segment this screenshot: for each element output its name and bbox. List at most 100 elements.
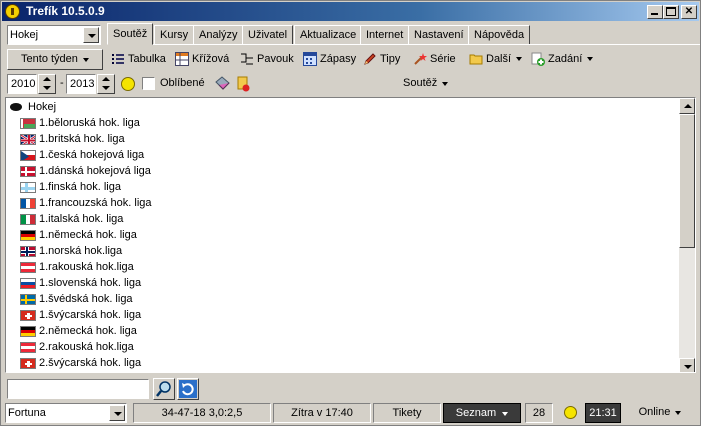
scroll-down-button[interactable] <box>679 358 695 372</box>
tree-item[interactable]: 1.britská hok. liga <box>20 131 125 147</box>
tipy-button[interactable]: Tipy <box>363 50 400 68</box>
tree-item-label: 1.běloruská hok. liga <box>39 117 140 129</box>
tree-item-label: 1.slovenská hok. liga <box>39 277 142 289</box>
tree-item[interactable]: 1.běloruská hok. liga <box>20 115 140 131</box>
minimize-button[interactable] <box>647 5 663 19</box>
tree-item-label: 1.česká hokejová liga <box>39 149 145 161</box>
tab-kursy[interactable]: Kursy <box>154 25 195 45</box>
krizova-button[interactable]: Křížová <box>175 50 229 68</box>
bookmaker-value: Fortuna <box>8 407 46 419</box>
vertical-scrollbar[interactable] <box>679 98 695 372</box>
tree-root[interactable]: Hokej <box>10 99 56 115</box>
pavouk-button[interactable]: Pavouk <box>240 50 294 68</box>
title-bar[interactable]: Trefík 10.5.0.9 ✕ <box>2 2 699 21</box>
tree-item-label: 1.italská hok. liga <box>39 213 124 225</box>
calendar-icon <box>303 52 317 66</box>
scroll-up-button[interactable] <box>679 98 695 114</box>
competition-menu[interactable]: Soutěž <box>403 77 449 89</box>
tab-label: Nastavení <box>414 29 464 41</box>
tree-item[interactable]: 1.italská hok. liga <box>20 211 123 227</box>
tree-item[interactable]: 2.rakouská hok.liga <box>20 339 134 355</box>
scroll-thumb[interactable] <box>679 114 695 248</box>
flag-ch-icon <box>20 309 36 321</box>
tabulka-label: Tabulka <box>128 53 166 65</box>
zapasy-button[interactable]: Zápasy <box>303 50 356 68</box>
tree-item[interactable]: 1.norská hok.liga <box>20 243 122 259</box>
sport-select-value: Hokej <box>10 29 39 41</box>
year-from-spinner[interactable] <box>38 74 56 94</box>
tree-item[interactable]: 2.švýcarská hok. liga <box>20 355 141 371</box>
tab-internet[interactable]: Internet <box>360 25 410 45</box>
search-icon <box>156 381 171 397</box>
tree-item[interactable]: 1.německá hok. liga <box>20 227 137 243</box>
clock-value: 21:31 <box>589 407 617 419</box>
tree-item-label: 1.německá hok. liga <box>39 229 137 241</box>
spin-down-icon <box>43 86 51 90</box>
tab-analyzy[interactable]: Analýzy <box>193 25 244 45</box>
maximize-button[interactable] <box>663 5 679 19</box>
tree-item[interactable]: 1.slovenská hok. liga <box>20 275 141 291</box>
tab-label: Kursy <box>160 29 189 41</box>
tree-item[interactable]: 1.finská hok. liga <box>20 179 121 195</box>
clear-filter-icon[interactable] <box>235 76 251 95</box>
tree-item[interactable]: 1.švýcarská hok. liga <box>20 307 141 323</box>
favorites-checkbox[interactable] <box>142 77 155 90</box>
pavouk-label: Pavouk <box>257 53 294 65</box>
search-button[interactable] <box>153 378 175 400</box>
chevron-down-icon <box>587 57 594 61</box>
window-title: Trefík 10.5.0.9 <box>26 4 105 18</box>
year-to-spinner[interactable] <box>97 74 115 94</box>
year-to-input[interactable]: 2013 <box>66 74 96 94</box>
flag-at-icon <box>20 341 36 353</box>
spin-up-icon <box>102 77 110 81</box>
online-label: Online <box>638 406 671 418</box>
tree-item[interactable]: 1.dánská hokejová liga <box>20 163 151 179</box>
serie-button[interactable]: Série <box>413 50 456 68</box>
online-menu[interactable]: Online <box>623 403 697 423</box>
flag-sk-icon <box>20 277 36 289</box>
refresh-button[interactable] <box>177 378 199 400</box>
tab-soutez[interactable]: Soutěž <box>107 23 154 45</box>
tree-item[interactable]: 1.švédská hok. liga <box>20 291 133 307</box>
tree-item[interactable]: 1.rakouská hok.liga <box>20 259 134 275</box>
status-light-icon[interactable] <box>121 77 135 91</box>
week-button[interactable]: Tento týden <box>7 49 103 70</box>
list-menu[interactable]: Seznam <box>443 403 521 423</box>
tabulka-button[interactable]: Tabulka <box>111 50 166 68</box>
dalsi-button[interactable]: Další <box>469 50 523 68</box>
year-from-input[interactable]: 2010 <box>7 74 37 94</box>
list-menu-label: Seznam <box>455 407 497 419</box>
list-icon <box>111 52 125 66</box>
tab-napoveda[interactable]: Nápověda <box>468 25 531 45</box>
pill-icon[interactable] <box>213 76 231 95</box>
tab-label: Analýzy <box>199 29 238 41</box>
tree-item[interactable]: 1.česká hokejová liga <box>20 147 144 163</box>
tab-uzivatel[interactable]: Uživatel <box>242 25 294 45</box>
tree-item[interactable]: 1.francouzská hok. liga <box>20 195 152 211</box>
tree-item[interactable]: 2.německá hok. liga <box>20 323 137 339</box>
tree-item-label: 2.švýcarská hok. liga <box>39 357 142 369</box>
app-window: Trefík 10.5.0.9 ✕ Hokej Tento týden Sout… <box>0 0 701 426</box>
tab-nastaveni[interactable]: Nastavení <box>408 25 470 45</box>
sport-select[interactable]: Hokej <box>7 25 101 45</box>
status-light-icon <box>563 406 577 419</box>
puck-icon <box>10 103 22 111</box>
year-separator: - <box>60 77 64 89</box>
tree-item-label: 1.francouzská hok. liga <box>39 197 152 209</box>
chevron-down-icon <box>82 58 89 62</box>
record-field: 34-47-18 3,0:2,5 <box>133 403 271 423</box>
zadani-button[interactable]: Zadání <box>531 50 594 68</box>
tab-label: Uživatel <box>248 29 288 41</box>
search-input[interactable] <box>7 379 149 399</box>
flag-cz-icon <box>20 149 36 161</box>
flag-gb-icon <box>20 133 36 145</box>
close-button[interactable]: ✕ <box>681 5 697 19</box>
minimize-icon <box>651 13 658 15</box>
bookmaker-select[interactable]: Fortuna <box>5 403 127 423</box>
grid-table-icon <box>175 52 189 66</box>
chevron-down-icon[interactable] <box>109 405 125 421</box>
tickets-button[interactable]: Tikety <box>373 403 441 423</box>
chevron-down-icon[interactable] <box>83 27 99 43</box>
zapasy-label: Zápasy <box>320 53 357 65</box>
tab-aktualizace[interactable]: Aktualizace <box>294 25 363 45</box>
